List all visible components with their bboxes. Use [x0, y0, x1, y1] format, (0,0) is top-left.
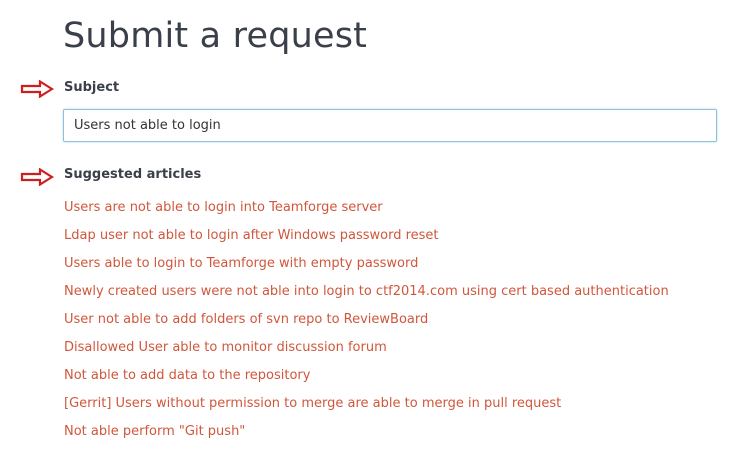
list-item: [Gerrit] Users without permission to mer… — [64, 394, 669, 422]
suggested-article-link[interactable]: Users able to login to Teamforge with em… — [64, 256, 418, 271]
subject-label: Subject — [64, 80, 120, 95]
list-item: User not able to add folders of svn repo… — [64, 310, 669, 338]
page-title: Submit a request — [63, 16, 368, 56]
suggested-article-link[interactable]: Disallowed User able to monitor discussi… — [64, 340, 387, 355]
suggested-article-link[interactable]: Not able to add data to the repository — [64, 368, 310, 383]
list-item: Newly created users were not able into l… — [64, 282, 669, 310]
list-item: Users able to login to Teamforge with em… — [64, 254, 669, 282]
subject-input[interactable] — [63, 109, 717, 142]
suggested-article-link[interactable]: Ldap user not able to login after Window… — [64, 228, 439, 243]
list-item: Not able perform "Git push" — [64, 422, 669, 450]
list-item: Users are not able to login into Teamfor… — [64, 198, 669, 226]
arrow-right-outline-icon — [20, 168, 54, 186]
list-item: Ldap user not able to login after Window… — [64, 226, 669, 254]
list-item: Disallowed User able to monitor discussi… — [64, 338, 669, 366]
suggested-article-link[interactable]: Not able perform "Git push" — [64, 424, 245, 439]
suggested-article-link[interactable]: Newly created users were not able into l… — [64, 284, 669, 299]
suggested-articles-heading: Suggested articles — [64, 167, 202, 182]
suggested-articles-list: Users are not able to login into Teamfor… — [64, 198, 669, 450]
suggested-article-link[interactable]: User not able to add folders of svn repo… — [64, 312, 428, 327]
suggested-article-link[interactable]: Users are not able to login into Teamfor… — [64, 200, 383, 215]
suggested-article-link[interactable]: [Gerrit] Users without permission to mer… — [64, 396, 561, 411]
arrow-right-outline-icon — [20, 80, 54, 98]
list-item: Not able to add data to the repository — [64, 366, 669, 394]
